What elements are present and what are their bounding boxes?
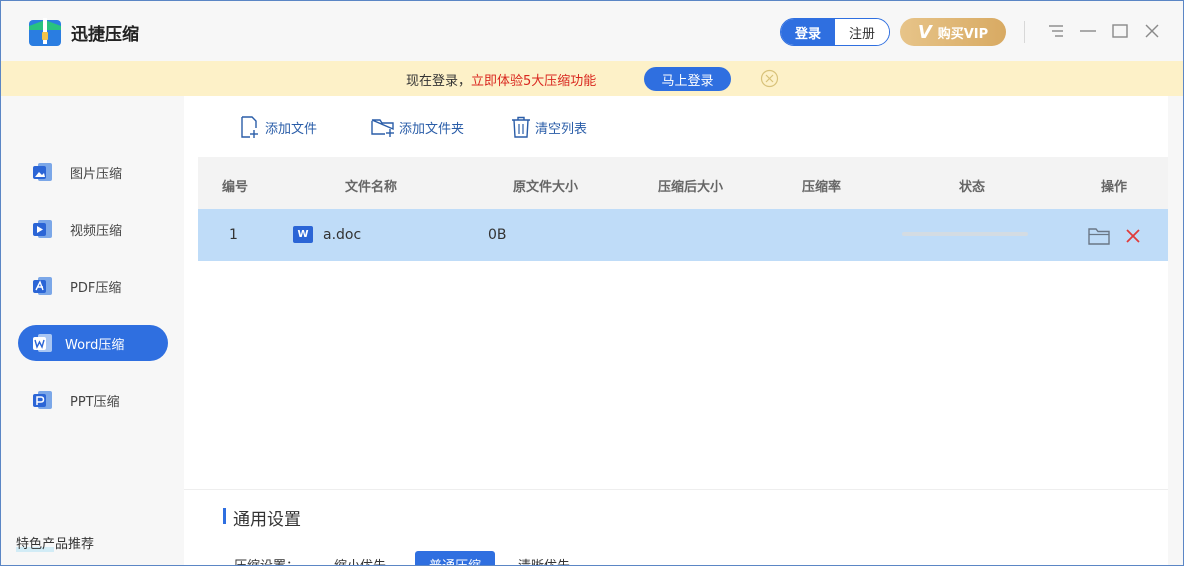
add-file-icon <box>241 116 258 138</box>
vip-label: 购买VIP <box>937 26 989 42</box>
open-folder-icon[interactable] <box>1088 226 1110 246</box>
column-header-original-size: 原文件大小 <box>513 180 579 195</box>
vip-icon: V <box>917 21 932 43</box>
option-clarity-priority[interactable]: 清晰优先 <box>518 555 570 565</box>
auth-button-group: 登录 注册 <box>780 18 890 46</box>
banner-text: 现在登录，立即体验5大压缩功能 <box>406 70 596 89</box>
column-header-status: 状态 <box>959 180 986 195</box>
minimize-icon[interactable] <box>1078 21 1098 41</box>
login-button[interactable]: 登录 <box>781 19 835 45</box>
trash-icon <box>512 116 530 138</box>
banner-text-highlight: 立即体验5大压缩功能 <box>471 74 597 89</box>
add-folder-button[interactable]: 添加文件夹 <box>371 114 464 140</box>
app-title: 迅捷压缩 <box>71 25 139 45</box>
ppt-compress-icon <box>33 391 52 409</box>
row-original-size: 0B <box>488 227 507 243</box>
register-button[interactable]: 注册 <box>835 19 889 45</box>
banner-text-prefix: 现在登录， <box>406 74 472 89</box>
row-index: 1 <box>229 227 238 243</box>
compress-settings-row: 压缩设置： 缩小优先 普通压缩 清晰优先 <box>184 551 1168 565</box>
banner-login-button[interactable]: 马上登录 <box>644 67 731 91</box>
close-icon[interactable] <box>1142 21 1162 41</box>
featured-products-link[interactable]: 特色产品推荐 <box>16 533 94 552</box>
add-folder-icon <box>371 119 394 137</box>
file-table-header: 编号 文件名称 原文件大小 压缩后大小 压缩率 状态 操作 <box>198 157 1168 209</box>
menu-icon[interactable] <box>1046 21 1066 41</box>
title-bar: 迅捷压缩 登录 注册 V 购买VIP <box>1 1 1183 61</box>
column-header-compressed-size: 压缩后大小 <box>658 180 724 195</box>
column-header-actions: 操作 <box>1101 180 1128 195</box>
settings-title-marker <box>223 508 226 524</box>
sidebar-item-label: 图片压缩 <box>70 167 123 182</box>
title-separator <box>1024 21 1025 43</box>
sidebar-item-label: Word压缩 <box>65 338 125 353</box>
option-normal-compress[interactable]: 普通压缩 <box>415 551 495 565</box>
maximize-icon[interactable] <box>1110 21 1130 41</box>
image-compress-icon <box>33 163 52 181</box>
word-file-icon: W <box>293 226 313 243</box>
sidebar-item-label: PPT压缩 <box>70 395 120 410</box>
table-row[interactable]: 1 W a.doc 0B <box>198 209 1168 261</box>
video-compress-icon <box>33 220 52 238</box>
buy-vip-button[interactable]: V 购买VIP <box>900 18 1006 46</box>
word-compress-icon <box>33 334 52 352</box>
banner-close-icon[interactable] <box>760 69 779 88</box>
column-header-ratio: 压缩率 <box>802 180 842 195</box>
sidebar-item-word-compress[interactable]: Word压缩 <box>18 325 168 361</box>
sidebar: 图片压缩 视频压缩 PDF压缩 Word压缩 PPT压缩 特色产品推荐 <box>1 96 183 565</box>
sidebar-item-video-compress[interactable]: 视频压缩 <box>18 211 168 247</box>
settings-title: 通用设置 <box>233 510 301 530</box>
app-logo-icon <box>29 18 61 46</box>
add-file-label: 添加文件 <box>265 121 318 137</box>
option-size-priority[interactable]: 缩小优先 <box>334 555 386 565</box>
sidebar-item-image-compress[interactable]: 图片压缩 <box>18 154 168 190</box>
add-folder-label: 添加文件夹 <box>399 121 465 137</box>
status-progress-bar <box>902 232 1028 236</box>
window-right-margin <box>1168 96 1183 565</box>
main-panel: 添加文件 添加文件夹 清空列表 编号 文件名称 原文件大小 压缩后大小 压缩率 … <box>184 96 1168 565</box>
row-file-name: a.doc <box>323 227 362 243</box>
sidebar-item-ppt-compress[interactable]: PPT压缩 <box>18 382 168 418</box>
sidebar-item-label: PDF压缩 <box>70 281 122 296</box>
login-promo-banner: 现在登录，立即体验5大压缩功能 马上登录 <box>1 61 1183 96</box>
pdf-compress-icon <box>33 277 52 295</box>
compress-settings-label: 压缩设置： <box>234 555 299 565</box>
settings-divider <box>184 489 1168 490</box>
clear-list-label: 清空列表 <box>535 121 588 137</box>
add-file-button[interactable]: 添加文件 <box>239 114 317 140</box>
sidebar-item-pdf-compress[interactable]: PDF压缩 <box>18 268 168 304</box>
clear-list-button[interactable]: 清空列表 <box>511 114 587 140</box>
column-header-index: 编号 <box>222 180 249 195</box>
sidebar-item-label: 视频压缩 <box>70 224 123 239</box>
app-window: 迅捷压缩 登录 注册 V 购买VIP 现在登录，立即体验5大压缩功能 马上登录 … <box>0 0 1184 566</box>
column-header-name: 文件名称 <box>345 180 398 195</box>
delete-icon[interactable] <box>1122 226 1144 246</box>
